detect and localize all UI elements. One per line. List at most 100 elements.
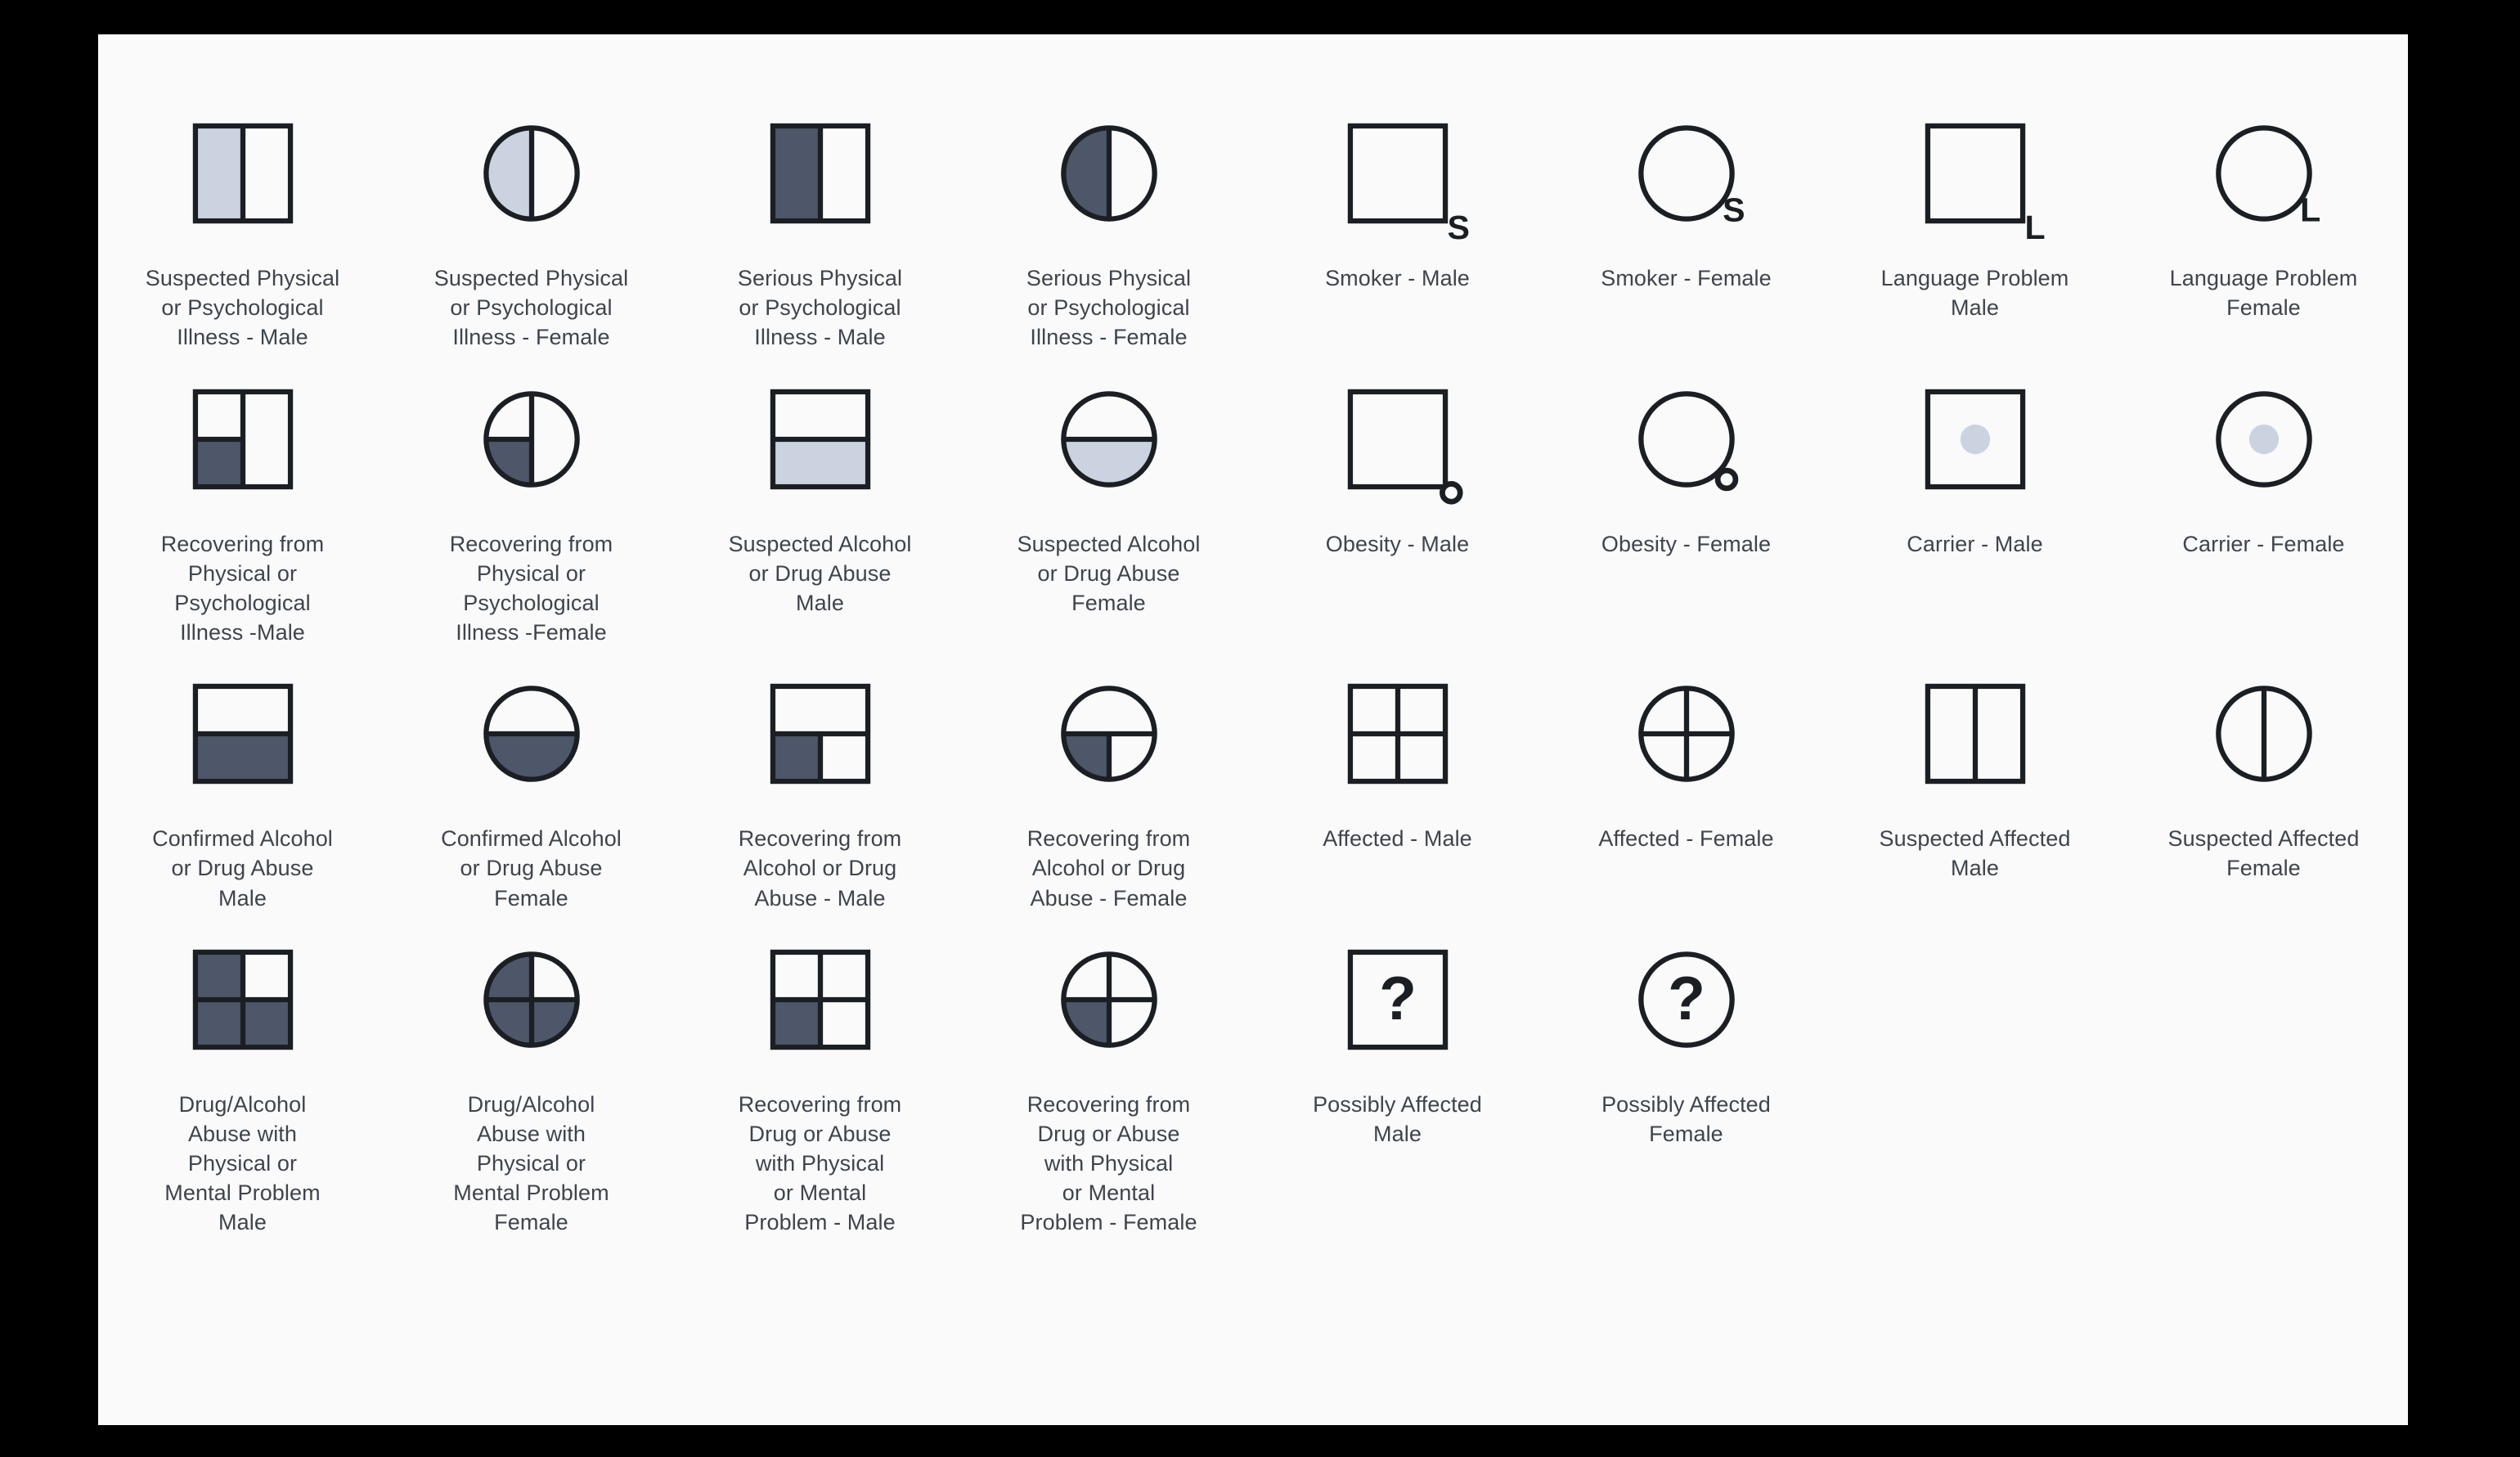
legend-symbol: [1027, 652, 1191, 816]
square-symbol: [192, 389, 293, 489]
square-symbol: [1347, 389, 1463, 505]
legend-symbol: L: [1893, 92, 2057, 255]
obesity-marker-icon: [1714, 467, 1738, 491]
symbol-outline: [1925, 123, 2025, 224]
legend-symbol: ?: [1605, 918, 1768, 1082]
square-symbol: L: [1925, 123, 2045, 246]
legend-symbol: [450, 92, 613, 255]
legend-item-label: Smoker - Male: [1325, 266, 1470, 290]
legend-item-suspected-alcohol-drug-abuse-male[interactable]: Suspected Alcohol or Drug Abuse Male: [676, 353, 964, 648]
legend-item-obesity-male[interactable]: Obesity - Male: [1253, 353, 1542, 648]
circle-symbol: [483, 390, 580, 488]
legend-item-affected-female[interactable]: Affected - Female: [1542, 647, 1830, 913]
symbol-outline: [1637, 125, 1735, 222]
legend-item-suspected-affected-female[interactable]: Suspected Affected Female: [2119, 647, 2408, 913]
carrier-dot-icon: [1960, 424, 1990, 454]
legend-item-recovering-alcohol-drug-abuse-male[interactable]: Recovering from Alcohol or Drug Abuse - …: [676, 647, 964, 913]
legend-item-language-problem-female[interactable]: L Language Problem Female: [2119, 83, 2408, 353]
circle-symbol: L: [2215, 125, 2320, 229]
legend-item-recovering-drug-abuse-physical-mental-female[interactable]: Recovering from Drug or Abuse with Physi…: [964, 913, 1253, 1238]
legend-item-label: Carrier - Male: [1907, 531, 2043, 556]
legend-item-serious-physical-psych-illness-female[interactable]: Serious Physical or Psychological Illnes…: [964, 83, 1253, 353]
legend-item-carrier-female[interactable]: Carrier - Female: [2119, 353, 2408, 648]
language-marker-icon: L: [2300, 191, 2320, 229]
question-mark-icon: ?: [1668, 964, 1705, 1032]
legend-item-obesity-female[interactable]: Obesity - Female: [1542, 353, 1830, 648]
circle-symbol: [1060, 390, 1157, 488]
legend-symbol: [739, 358, 902, 521]
legend-symbol: [739, 918, 902, 1082]
circle-symbol: [483, 686, 580, 782]
legend-item-language-problem-male[interactable]: L Language Problem Male: [1830, 83, 2119, 353]
legend-item-possibly-affected-female[interactable]: ? Possibly Affected Female: [1542, 913, 1830, 1238]
legend-item-label: Language Problem Female: [2169, 266, 2358, 321]
legend-item-label: Drug/Alcohol Abuse with Physical or Ment…: [164, 1091, 321, 1235]
legend-item-label: Drug/Alcohol Abuse with Physical or Ment…: [453, 1091, 609, 1235]
legend-item-label: Obesity - Male: [1325, 531, 1470, 556]
legend-item-serious-physical-psych-illness-male[interactable]: Serious Physical or Psychological Illnes…: [676, 83, 964, 353]
legend-symbol: [1316, 652, 1480, 816]
symbol-divider-lines: [1062, 954, 1155, 1046]
legend-symbol: L: [2182, 92, 2346, 255]
square-symbol: [1925, 389, 2025, 489]
circle-symbol: [1637, 390, 1738, 491]
legend-item-recovering-physical-psych-illness-male[interactable]: Recovering from Physical or Psychologica…: [98, 353, 387, 648]
circle-symbol: [1060, 125, 1157, 222]
square-symbol: S: [1347, 123, 1469, 246]
legend-symbol: [739, 92, 902, 255]
legend-item-label: Recovering from Physical or Psychologica…: [160, 531, 325, 645]
legend-item-confirmed-alcohol-drug-abuse-male[interactable]: Confirmed Alcohol or Drug Abuse Male: [98, 647, 387, 913]
circle-symbol: [1060, 951, 1157, 1048]
legend-item-label: Affected - Male: [1323, 826, 1472, 852]
legend-item-label: Suspected Affected Male: [1879, 826, 2071, 881]
symbol-divider-lines: [1640, 688, 1732, 780]
legend-item-confirmed-alcohol-drug-abuse-female[interactable]: Confirmed Alcohol or Drug Abuse Female: [387, 647, 676, 913]
legend-item-suspected-alcohol-drug-abuse-female[interactable]: Suspected Alcohol or Drug Abuse Female: [964, 353, 1253, 648]
legend-item-label: Carrier - Female: [2182, 531, 2345, 556]
legend-item-recovering-physical-psych-illness-female[interactable]: Recovering from Physical or Psychologica…: [387, 353, 676, 648]
legend-item-smoker-female[interactable]: S Smoker - Female: [1542, 83, 1830, 353]
legend-item-drug-alcohol-abuse-physical-mental-female[interactable]: Drug/Alcohol Abuse with Physical or Ment…: [387, 913, 676, 1238]
square-symbol: [1925, 683, 2025, 785]
obesity-marker-icon: [1439, 480, 1463, 505]
legend-item-label: Possibly Affected Female: [1601, 1091, 1771, 1146]
circle-symbol: ?: [1637, 951, 1735, 1048]
legend-item-smoker-male[interactable]: S Smoker - Male: [1253, 83, 1542, 353]
legend-item-recovering-alcohol-drug-abuse-female[interactable]: Recovering from Alcohol or Drug Abuse - …: [964, 647, 1253, 913]
circle-symbol: S: [1637, 125, 1745, 229]
symbol-outline: [1347, 389, 1448, 489]
legend-grid: Suspected Physical or Psychological Illn…: [98, 83, 2408, 1238]
legend-symbol: [1027, 358, 1191, 521]
legend-item-possibly-affected-male[interactable]: ? Possibly Affected Male: [1253, 913, 1542, 1238]
legend-item-carrier-male[interactable]: Carrier - Male: [1830, 353, 2119, 648]
legend-item-label: Suspected Alcohol or Drug Abuse Female: [1017, 531, 1201, 615]
legend-symbol: [1893, 358, 2057, 521]
legend-item-affected-male[interactable]: Affected - Male: [1253, 647, 1542, 913]
legend-item-label: Affected - Female: [1598, 826, 1774, 852]
circle-symbol: [2215, 390, 2312, 488]
legend-item-suspected-affected-male[interactable]: Suspected Affected Male: [1830, 647, 2119, 913]
square-symbol: [770, 389, 870, 489]
legend-item-label: Language Problem Male: [1880, 266, 2069, 321]
legend-symbol: [739, 652, 902, 816]
legend-symbol: ?: [1316, 918, 1480, 1082]
symbol-outline: [1347, 123, 1448, 224]
legend-item-label: Possibly Affected Male: [1313, 1091, 1482, 1146]
smoker-marker-icon: S: [1723, 191, 1745, 229]
legend-symbol: [1027, 918, 1191, 1082]
symbol-outline: [2215, 125, 2312, 222]
circle-symbol: [2215, 686, 2312, 782]
legend-symbol: [1605, 652, 1768, 816]
legend-item-label: Confirmed Alcohol or Drug Abuse Male: [152, 826, 333, 911]
legend-item-suspected-physical-psych-illness-male[interactable]: Suspected Physical or Psychological Illn…: [98, 83, 387, 353]
legend-item-label: Suspected Affected Female: [2167, 826, 2360, 881]
square-symbol: [192, 123, 293, 224]
legend-item-label: Obesity - Female: [1601, 531, 1772, 556]
legend-item-suspected-physical-psych-illness-female[interactable]: Suspected Physical or Psychological Illn…: [387, 83, 676, 353]
legend-symbol: [450, 918, 613, 1082]
legend-item-recovering-drug-abuse-physical-mental-male[interactable]: Recovering from Drug or Abuse with Physi…: [676, 913, 964, 1238]
square-symbol: [192, 683, 293, 785]
legend-item-drug-alcohol-abuse-physical-mental-male[interactable]: Drug/Alcohol Abuse with Physical or Ment…: [98, 913, 387, 1238]
symbol-divider-lines: [485, 954, 577, 1046]
legend-item-label: Recovering from Drug or Abuse with Physi…: [738, 1091, 902, 1235]
